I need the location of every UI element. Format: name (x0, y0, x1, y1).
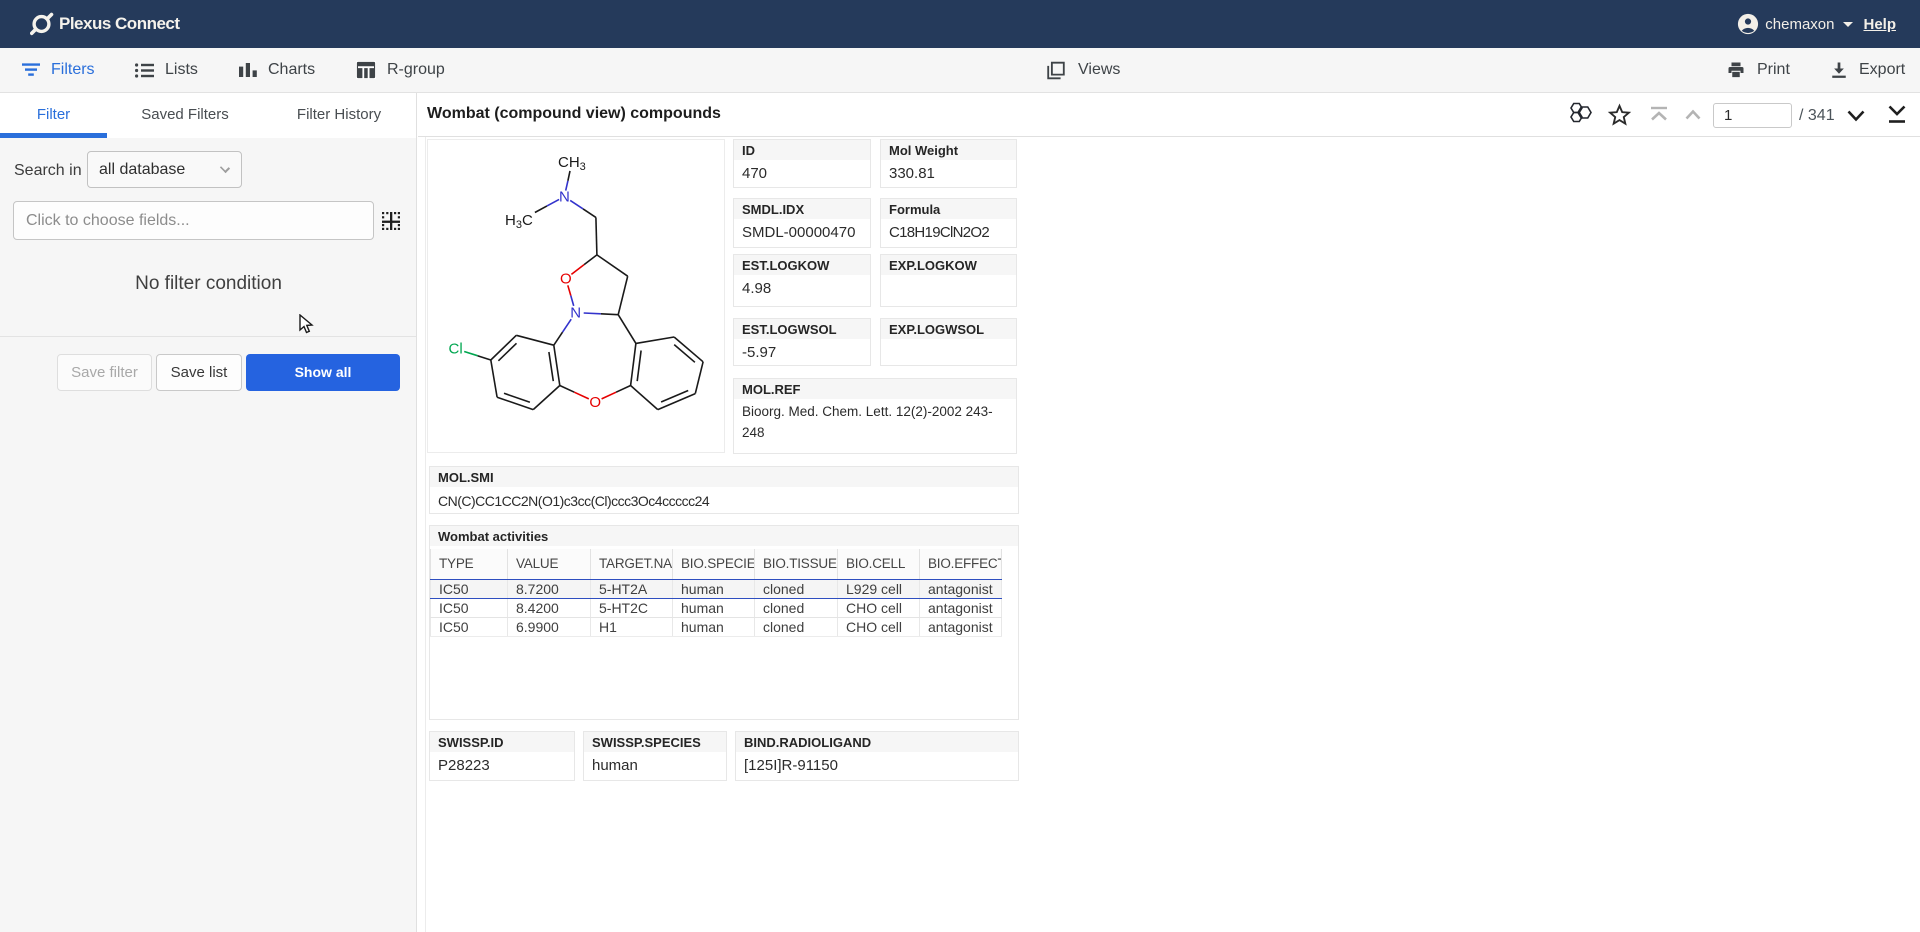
svg-text:N: N (570, 305, 581, 322)
svg-text:N: N (559, 189, 570, 206)
svg-text:O: O (589, 394, 601, 411)
svg-text:Cl: Cl (449, 341, 463, 358)
svg-text:H3C: H3C (505, 212, 533, 231)
svg-text:CH3: CH3 (558, 154, 586, 173)
svg-text:O: O (560, 271, 572, 288)
